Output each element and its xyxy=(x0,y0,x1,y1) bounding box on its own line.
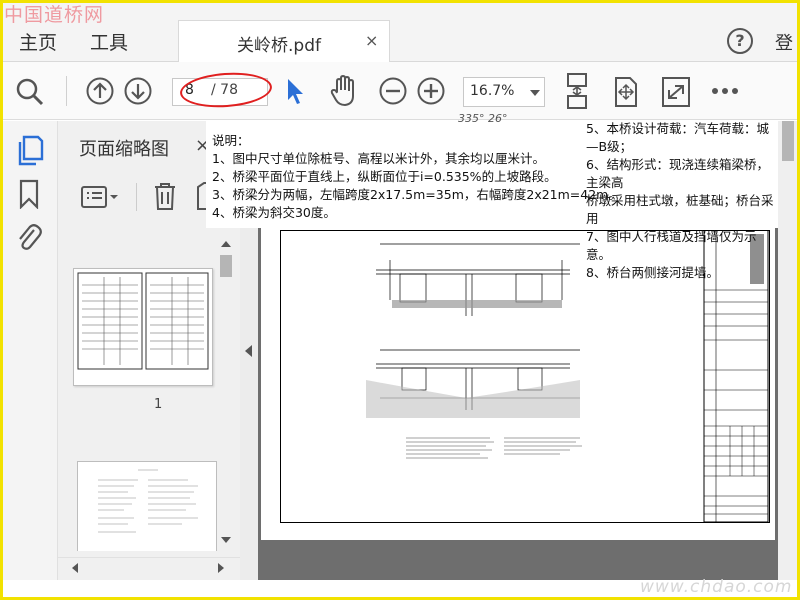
note-line: 4、桥梁为斜交30度。 xyxy=(212,205,336,220)
full-screen-icon[interactable] xyxy=(661,76,691,108)
note-line: 2、桥梁平面位于直线上，纵断面位于i=0.535%的上坡路段。 xyxy=(212,169,557,184)
fit-page-icon[interactable] xyxy=(564,72,590,110)
note-line: 桥墩采用柱式墩，桩基础；桥台采用 xyxy=(586,193,774,226)
main-toolbar: 8 / 78 16.7% xyxy=(0,62,800,120)
thumbnail-preview xyxy=(77,272,209,370)
chevron-left-icon xyxy=(245,345,252,357)
help-icon[interactable]: ? xyxy=(727,28,753,54)
zoom-level-value: 16.7% xyxy=(470,83,515,99)
angle-label: 335° 26° xyxy=(458,112,508,125)
scroll-down-icon[interactable] xyxy=(221,537,231,545)
thumbnail-preview xyxy=(98,469,198,533)
toolbar-separator xyxy=(66,76,67,106)
scroll-up-icon[interactable] xyxy=(221,239,231,247)
top-bar: 主页 工具 关岭桥.pdf × ? 登 xyxy=(0,0,800,62)
zoom-in-icon[interactable] xyxy=(416,76,446,106)
nav-tools[interactable]: 工具 xyxy=(90,28,128,55)
select-cursor-icon[interactable] xyxy=(284,76,306,106)
watermark-bottom: www.chdao.com xyxy=(640,577,793,597)
options-menu-icon[interactable] xyxy=(80,185,120,209)
scrollbar-thumb[interactable] xyxy=(782,121,794,161)
note-line: 5、本桥设计荷载：汽车荷载：城—B级； xyxy=(586,121,769,154)
sign-in-link[interactable]: 登 xyxy=(775,29,793,55)
current-page-input[interactable]: 8 xyxy=(185,82,194,98)
watermark-top: 中国道桥网 xyxy=(4,4,105,26)
thumbnail-panel-title: 页面缩略图 xyxy=(79,139,169,160)
nav-home[interactable]: 主页 xyxy=(19,28,57,55)
notes-left-column: 说明： 1、图中尺寸单位除桩号、高程以米计外，其余均以厘米计。 2、桥梁平面位于… xyxy=(212,132,621,222)
bookmark-icon[interactable] xyxy=(18,179,40,209)
notes-right-column: 5、本桥设计荷载：汽车荷载：城—B级； 6、结构形式：现浇连续箱梁桥，主梁高 桥… xyxy=(586,120,778,282)
delete-icon[interactable] xyxy=(152,181,178,211)
hand-icon[interactable] xyxy=(328,74,360,108)
note-line: 6、结构形式：现浇连续箱梁桥，主梁高 xyxy=(586,157,769,190)
thumbnail-page-number: 1 xyxy=(154,397,163,412)
rotate-icon[interactable] xyxy=(612,76,640,108)
note-line: 3、桥梁分为两幅，左幅跨度2x17.5m=35m，右幅跨度2x21m=42m。 xyxy=(212,187,621,202)
toolbar-separator xyxy=(136,183,137,211)
close-tab-button[interactable]: × xyxy=(365,31,378,50)
thumbnail-horizontal-scrollbar[interactable] xyxy=(58,557,240,577)
total-pages: / 78 xyxy=(211,82,238,98)
thumbnail-scrollbar[interactable] xyxy=(217,233,235,553)
document-tab[interactable]: 关岭桥.pdf × xyxy=(178,20,390,62)
note-line: 7、图中人行栈道及挡墙仅为示意。 xyxy=(586,229,757,262)
page-thumbnail[interactable] xyxy=(77,461,217,551)
page-thumbnails-icon[interactable] xyxy=(16,133,44,167)
note-line: 1、图中尺寸单位除桩号、高程以米计外，其余均以厘米计。 xyxy=(212,151,545,166)
zoom-level-select[interactable]: 16.7% xyxy=(463,77,545,107)
thumbnail-list: 1 xyxy=(58,231,218,551)
search-icon[interactable] xyxy=(14,76,46,108)
document-tab-title: 关岭桥.pdf xyxy=(237,36,321,56)
attachment-icon[interactable] xyxy=(16,221,42,253)
page-thumbnail[interactable] xyxy=(73,268,213,386)
drawing-notes: 说明： 1、图中尺寸单位除桩号、高程以米计外，其余均以厘米计。 2、桥梁平面位于… xyxy=(206,112,778,280)
chevron-down-icon xyxy=(530,90,540,96)
more-icon[interactable] xyxy=(711,86,739,96)
zoom-out-icon[interactable] xyxy=(378,76,408,106)
page-up-icon[interactable] xyxy=(85,76,115,106)
notes-heading: 说明： xyxy=(212,133,250,148)
scroll-left-icon[interactable] xyxy=(70,563,78,573)
page-number-field[interactable]: 8 / 78 xyxy=(172,78,268,106)
page-down-icon[interactable] xyxy=(123,76,153,106)
scrollbar-thumb[interactable] xyxy=(220,255,232,277)
document-scrollbar[interactable] xyxy=(778,121,798,580)
note-line: 8、桥台两侧接河提墙。 xyxy=(586,265,719,280)
left-nav-rail xyxy=(0,121,58,600)
scroll-right-icon[interactable] xyxy=(218,563,226,573)
